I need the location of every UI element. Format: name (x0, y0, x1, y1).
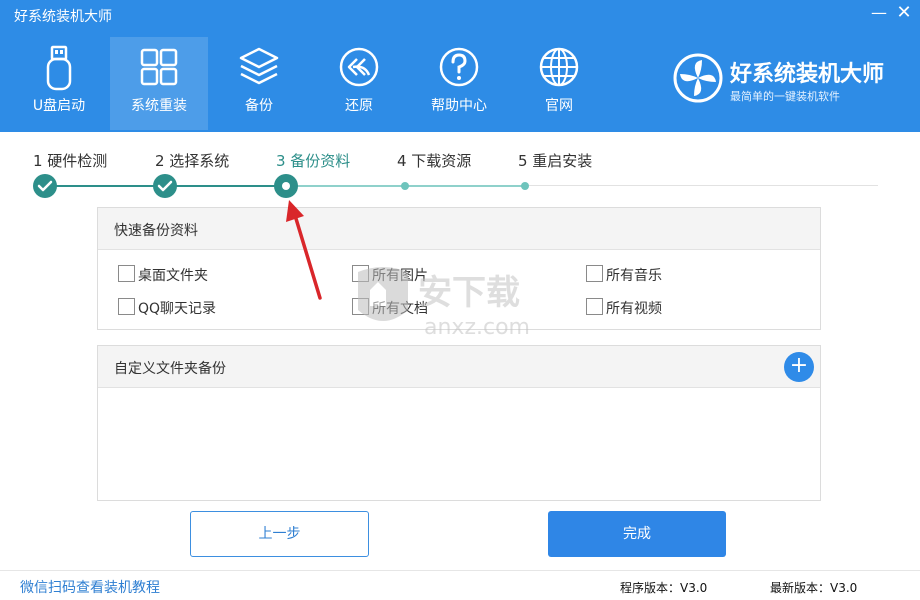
pinwheel-logo-icon (673, 53, 723, 103)
nav-restore[interactable]: 还原 (310, 37, 408, 130)
usb-drive-icon (46, 45, 72, 91)
globe-icon (539, 47, 579, 87)
quick-backup-title: 快速备份资料 (114, 223, 198, 239)
minimize-button[interactable]: — (868, 2, 890, 24)
add-folder-button[interactable]: + (784, 352, 814, 382)
layers-icon (239, 47, 279, 85)
nav-label: 官网 (545, 98, 573, 114)
custom-backup-header: 自定义文件夹备份 + (98, 346, 820, 388)
app-header: 好系统装机大师 — ✕ U盘启动 系统重装 备份 还原 帮助中心 官网 好系统装… (0, 0, 920, 132)
nav-label: 备份 (245, 98, 273, 114)
checkbox-desktop-folder[interactable] (118, 265, 135, 282)
custom-folder-backup-panel: 自定义文件夹备份 + (97, 345, 821, 501)
nav-label: 帮助中心 (431, 98, 487, 114)
quick-backup-header: 快速备份资料 (98, 208, 820, 250)
step-1-label: 1 硬件检测 (33, 152, 108, 170)
previous-step-button[interactable]: 上一步 (190, 511, 369, 557)
footer: 微信扫码查看装机教程 程序版本：V3.0 最新版本：V3.0 (0, 570, 920, 600)
nav-system-reinstall[interactable]: 系统重装 (110, 37, 208, 130)
watermark-text: 安下载 (418, 273, 520, 313)
nav-label: U盘启动 (32, 98, 86, 114)
watermark-shield-icon: 安下载 anxz.com (358, 267, 530, 340)
program-version: 程序版本：V3.0 (620, 581, 708, 595)
latest-version: 最新版本：V3.0 (770, 581, 858, 595)
nav-label: 系统重装 (131, 98, 187, 114)
checkbox-all-videos[interactable] (586, 298, 603, 315)
restore-icon (339, 47, 379, 87)
finish-button[interactable]: 完成 (548, 511, 726, 557)
anxz-watermark: 安下载 anxz.com (348, 262, 588, 346)
step-2-label: 2 选择系统 (155, 152, 230, 170)
step-4-label: 4 下载资源 (397, 152, 472, 170)
checkbox-label: 所有视频 (606, 301, 662, 317)
step-1-done-node (33, 174, 57, 198)
step-track-remaining (524, 185, 878, 186)
wechat-tutorial-link[interactable]: 微信扫码查看装机教程 (20, 577, 160, 597)
step-4-node (401, 182, 409, 190)
custom-backup-title: 自定义文件夹备份 (114, 361, 226, 377)
checkbox-label: 所有音乐 (606, 268, 662, 284)
checkbox-label: 桌面文件夹 (138, 268, 208, 284)
brand-name: 好系统装机大师 (730, 62, 885, 87)
checkbox-all-music[interactable] (586, 265, 603, 282)
close-button[interactable]: ✕ (893, 2, 915, 24)
checkmark-icon (157, 180, 173, 192)
nav-usb-boot[interactable]: U盘启动 (10, 37, 108, 130)
step-3-label: 3 备份资料 (276, 152, 351, 170)
brand-slogan: 最简单的一键装机软件 (730, 90, 840, 103)
window-title: 好系统装机大师 (14, 9, 112, 25)
help-icon (439, 47, 479, 87)
nav-official-site[interactable]: 官网 (510, 37, 608, 130)
step-5-label: 5 重启安装 (518, 152, 593, 170)
checkbox-qq-chat-history[interactable] (118, 298, 135, 315)
brand: 好系统装机大师 最简单的一键装机软件 (672, 50, 892, 110)
annotation-arrow-icon (286, 200, 322, 300)
watermark-domain: anxz.com (424, 315, 530, 340)
nav-backup[interactable]: 备份 (210, 37, 308, 130)
step-2-done-node (153, 174, 177, 198)
nav-help-center[interactable]: 帮助中心 (410, 37, 508, 130)
checkmark-icon (37, 180, 53, 192)
windows-grid-icon (140, 48, 178, 86)
checkbox-label: QQ聊天记录 (138, 301, 217, 317)
nav-label: 还原 (345, 98, 373, 114)
step-5-node (521, 182, 529, 190)
